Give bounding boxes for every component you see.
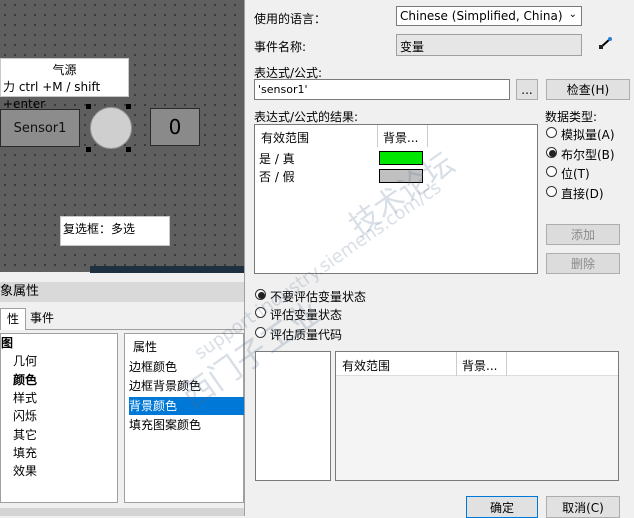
tree-item-other[interactable]: 其它 [13,426,37,443]
expression-input[interactable]: 'sensor1' [254,79,510,100]
result-row-false-label[interactable]: 否 / 假 [259,168,295,185]
delete-button[interactable]: 删除 [546,253,620,274]
attribute-bg-color[interactable]: 背景颜色 [129,397,245,415]
checkbox-group-label[interactable]: 复选框：多选 [60,216,170,246]
datatype-analog-radio[interactable] [546,127,557,138]
canvas-object-bar [90,266,244,273]
cancel-button[interactable]: 取消(C) [546,496,620,518]
tree-item-colors[interactable]: 颜色 [13,371,37,388]
property-tree: 图 几何 颜色 样式 闪烁 其它 填充 效果 [0,333,118,503]
check-button[interactable]: 检查(H) [546,79,630,100]
selection-handle[interactable] [86,104,91,109]
properties-tabs: 性 事件 [0,308,244,330]
attribute-header: 属性 [133,340,158,354]
bottom-tabs-strip [0,508,244,516]
wand-icon[interactable] [598,36,614,50]
attribute-list: 属性 边框颜色 边框背景颜色 背景颜色 填充图案颜色 [124,333,245,503]
status-table: 有效范围 背景... [335,351,619,481]
false-color-swatch[interactable] [379,169,423,183]
result-header-bg: 背景... [383,131,419,145]
tooltip-title: 气源 [52,63,77,77]
result-row-true-label[interactable]: 是 / 真 [259,150,295,167]
datatype-direct-label[interactable]: 直接(D) [561,185,604,202]
result-header-range: 有效范围 [261,131,310,145]
selection-handle[interactable] [126,147,131,152]
chevron-down-icon: ⌄ [568,9,577,20]
eval-none-radio[interactable] [255,289,266,300]
selection-handle[interactable] [126,104,131,109]
eval-quality-radio[interactable] [255,327,266,338]
language-value: Chinese (Simplified, China) [400,9,563,23]
datatype-bit-radio[interactable] [546,166,557,177]
datatype-analog-label[interactable]: 模拟量(A) [561,126,615,143]
selection-handle[interactable] [86,147,91,152]
tree-item-style[interactable]: 样式 [13,389,37,406]
tree-item-effects[interactable]: 效果 [13,462,37,479]
tree-item-geometry[interactable]: 几何 [13,352,37,369]
true-color-swatch[interactable] [379,151,423,165]
language-label: 使用的语言： [254,12,327,26]
eval-var-status-label[interactable]: 评估变量状态 [270,306,342,323]
tree-item-flashing[interactable]: 闪烁 [13,407,37,424]
status-header-bg: 背景... [462,359,498,373]
datatype-bool-label[interactable]: 布尔型(B) [561,146,615,163]
tree-root[interactable]: 图 [1,334,13,351]
properties-title: 象属性 [0,282,244,302]
attribute-border-color[interactable]: 边框颜色 [129,358,245,376]
indicator-circle[interactable] [90,107,132,149]
sensor1-button[interactable]: Sensor1 [0,109,80,147]
tab-properties[interactable]: 性 [0,308,27,330]
browse-button[interactable]: ... [516,79,538,100]
result-table: 有效范围 背景... 是 / 真 否 / 假 [254,124,538,274]
ok-button[interactable]: 确定 [466,496,538,518]
tab-events[interactable]: 事件 [24,308,60,329]
status-list[interactable] [255,351,331,481]
datatype-label: 数据类型: [545,110,598,124]
attribute-fill-pattern-color[interactable]: 填充图案颜色 [129,416,245,434]
result-label: 表达式/公式的结果: [254,110,359,124]
language-select[interactable]: Chinese (Simplified, China) ⌄ [396,6,582,26]
value-display[interactable]: 0 [150,108,200,146]
status-header-range: 有效范围 [342,359,391,373]
add-button[interactable]: 添加 [546,224,620,245]
datatype-bit-label[interactable]: 位(T) [561,165,590,182]
tooltip: 气源 力 ctrl +M / shift +enter [0,58,129,111]
event-name-field: 变量 [396,34,582,56]
eval-var-status-radio[interactable] [255,307,266,318]
tree-item-fill[interactable]: 填充 [13,444,37,461]
attribute-border-bg-color[interactable]: 边框背景颜色 [129,377,245,395]
eval-quality-label[interactable]: 评估质量代码 [270,326,342,343]
datatype-bool-radio[interactable] [546,147,557,158]
eval-none-label[interactable]: 不要评估变量状态 [270,288,366,305]
event-name-label: 事件名称: [254,40,307,54]
datatype-direct-radio[interactable] [546,186,557,197]
